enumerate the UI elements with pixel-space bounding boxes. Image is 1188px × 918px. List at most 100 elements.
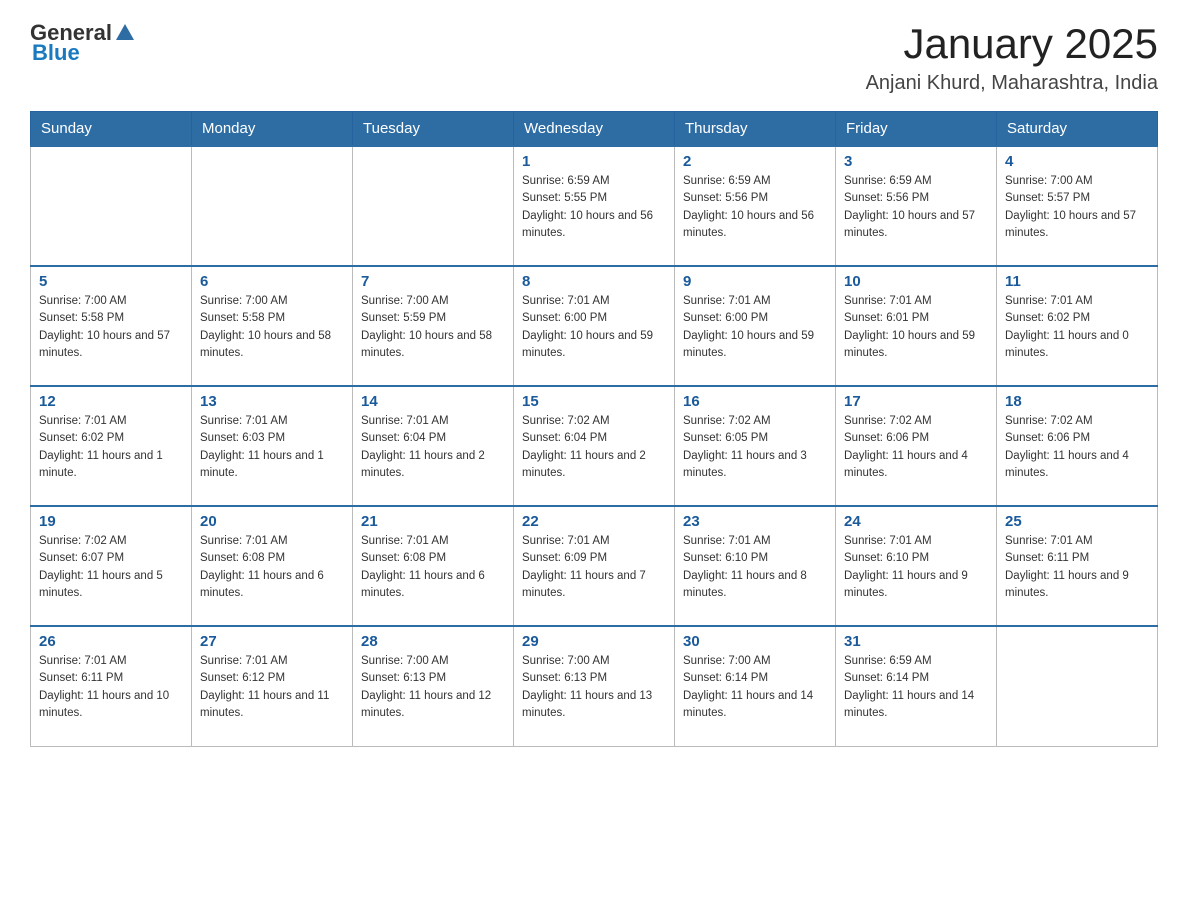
calendar-header-sunday: Sunday — [31, 112, 192, 147]
calendar-cell: 11Sunrise: 7:01 AMSunset: 6:02 PMDayligh… — [997, 266, 1158, 386]
day-info: Sunrise: 7:01 AMSunset: 6:01 PMDaylight:… — [844, 293, 988, 362]
day-info: Sunrise: 7:00 AMSunset: 5:59 PMDaylight:… — [361, 293, 505, 362]
calendar-cell: 5 Sunrise: 7:00 AMSunset: 5:58 PMDaylight… — [31, 266, 192, 386]
calendar-cell: 26 Sunrise: 7:01 AMSunset: 6:11 PMDayligh… — [31, 626, 192, 746]
day-info: Sunrise: 7:02 AMSunset: 6:05 PMDaylight:… — [683, 413, 827, 482]
day-number: 22 — [522, 513, 666, 530]
calendar-header-thursday: Thursday — [675, 112, 836, 147]
calendar-cell: 24Sunrise: 7:01 AMSunset: 6:10 PMDayligh… — [836, 506, 997, 626]
day-number: 7 — [361, 273, 505, 290]
day-number: 15 — [522, 393, 666, 410]
calendar-week-row-2: 5 Sunrise: 7:00 AMSunset: 5:58 PMDaylight… — [31, 266, 1158, 386]
calendar-cell: 7 Sunrise: 7:00 AMSunset: 5:59 PMDaylight… — [353, 266, 514, 386]
day-number: 29 — [522, 633, 666, 650]
day-number: 8 — [522, 273, 666, 290]
calendar-cell: 22 Sunrise: 7:01 AMSunset: 6:09 PMDayligh… — [514, 506, 675, 626]
calendar-cell: 31 Sunrise: 6:59 AMSunset: 6:14 PMDayligh… — [836, 626, 997, 746]
day-number: 30 — [683, 633, 827, 650]
calendar-cell: 17 Sunrise: 7:02 AMSunset: 6:06 PMDayligh… — [836, 386, 997, 506]
calendar-cell: 12 Sunrise: 7:01 AMSunset: 6:02 PMDayligh… — [31, 386, 192, 506]
calendar-title: January 2025 — [866, 20, 1158, 68]
calendar-cell: 27Sunrise: 7:01 AMSunset: 6:12 PMDayligh… — [192, 626, 353, 746]
calendar-cell: 28Sunrise: 7:00 AMSunset: 6:13 PMDayligh… — [353, 626, 514, 746]
day-number: 5 — [39, 273, 183, 290]
calendar-cell: 4Sunrise: 7:00 AMSunset: 5:57 PMDaylight… — [997, 146, 1158, 266]
calendar-cell: 23 Sunrise: 7:01 AMSunset: 6:10 PMDayligh… — [675, 506, 836, 626]
day-info: Sunrise: 7:01 AMSunset: 6:03 PMDaylight:… — [200, 413, 344, 482]
calendar-cell: 14 Sunrise: 7:01 AMSunset: 6:04 PMDayligh… — [353, 386, 514, 506]
day-info: Sunrise: 6:59 AMSunset: 5:56 PMDaylight:… — [844, 173, 988, 242]
day-info: Sunrise: 7:01 AMSunset: 6:12 PMDaylight:… — [200, 653, 344, 722]
day-info: Sunrise: 6:59 AMSunset: 6:14 PMDaylight:… — [844, 653, 988, 722]
day-number: 21 — [361, 513, 505, 530]
day-number: 16 — [683, 393, 827, 410]
day-info: Sunrise: 7:00 AMSunset: 5:58 PMDaylight:… — [39, 293, 183, 362]
calendar-cell: 18 Sunrise: 7:02 AMSunset: 6:06 PMDayligh… — [997, 386, 1158, 506]
calendar-cell: 1 Sunrise: 6:59 AMSunset: 5:55 PMDaylight… — [514, 146, 675, 266]
day-number: 13 — [200, 393, 344, 410]
day-info: Sunrise: 7:01 AMSunset: 6:00 PMDaylight:… — [683, 293, 827, 362]
calendar-week-row-3: 12 Sunrise: 7:01 AMSunset: 6:02 PMDayligh… — [31, 386, 1158, 506]
day-number: 23 — [683, 513, 827, 530]
calendar-cell: 8 Sunrise: 7:01 AMSunset: 6:00 PMDaylight… — [514, 266, 675, 386]
calendar-cell: 15 Sunrise: 7:02 AMSunset: 6:04 PMDayligh… — [514, 386, 675, 506]
day-info: Sunrise: 7:01 AMSunset: 6:10 PMDaylight:… — [844, 533, 988, 602]
day-number: 20 — [200, 513, 344, 530]
page-header: General Blue January 2025 Anjani Khurd, … — [30, 20, 1158, 95]
calendar-header-friday: Friday — [836, 112, 997, 147]
day-number: 2 — [683, 153, 827, 170]
day-number: 26 — [39, 633, 183, 650]
day-number: 3 — [844, 153, 988, 170]
calendar-cell: 19 Sunrise: 7:02 AMSunset: 6:07 PMDayligh… — [31, 506, 192, 626]
day-info: Sunrise: 7:01 AMSunset: 6:00 PMDaylight:… — [522, 293, 666, 362]
calendar-cell: 6 Sunrise: 7:00 AMSunset: 5:58 PMDaylight… — [192, 266, 353, 386]
calendar-cell: 29 Sunrise: 7:00 AMSunset: 6:13 PMDayligh… — [514, 626, 675, 746]
day-number: 9 — [683, 273, 827, 290]
day-info: Sunrise: 7:00 AMSunset: 6:13 PMDaylight:… — [361, 653, 505, 722]
title-section: January 2025 Anjani Khurd, Maharashtra, … — [866, 20, 1158, 95]
day-info: Sunrise: 7:00 AMSunset: 6:13 PMDaylight:… — [522, 653, 666, 722]
calendar-header-wednesday: Wednesday — [514, 112, 675, 147]
logo-text-blue: Blue — [32, 40, 80, 66]
day-info: Sunrise: 7:00 AMSunset: 5:58 PMDaylight:… — [200, 293, 344, 362]
day-info: Sunrise: 7:02 AMSunset: 6:07 PMDaylight:… — [39, 533, 183, 602]
calendar-week-row-4: 19 Sunrise: 7:02 AMSunset: 6:07 PMDayligh… — [31, 506, 1158, 626]
day-number: 12 — [39, 393, 183, 410]
day-info: Sunrise: 7:02 AMSunset: 6:06 PMDaylight:… — [844, 413, 988, 482]
calendar-cell: 25Sunrise: 7:01 AMSunset: 6:11 PMDayligh… — [997, 506, 1158, 626]
day-info: Sunrise: 7:01 AMSunset: 6:08 PMDaylight:… — [200, 533, 344, 602]
day-info: Sunrise: 7:01 AMSunset: 6:02 PMDaylight:… — [39, 413, 183, 482]
calendar-cell: 2 Sunrise: 6:59 AMSunset: 5:56 PMDaylight… — [675, 146, 836, 266]
calendar-cell: 21 Sunrise: 7:01 AMSunset: 6:08 PMDayligh… — [353, 506, 514, 626]
day-number: 14 — [361, 393, 505, 410]
day-number: 17 — [844, 393, 988, 410]
calendar-cell — [353, 146, 514, 266]
calendar-week-row-5: 26 Sunrise: 7:01 AMSunset: 6:11 PMDayligh… — [31, 626, 1158, 746]
calendar-cell: 9 Sunrise: 7:01 AMSunset: 6:00 PMDaylight… — [675, 266, 836, 386]
day-info: Sunrise: 7:01 AMSunset: 6:10 PMDaylight:… — [683, 533, 827, 602]
day-number: 25 — [1005, 513, 1149, 530]
day-number: 1 — [522, 153, 666, 170]
day-info: Sunrise: 7:02 AMSunset: 6:04 PMDaylight:… — [522, 413, 666, 482]
calendar-cell: 20 Sunrise: 7:01 AMSunset: 6:08 PMDayligh… — [192, 506, 353, 626]
day-info: Sunrise: 7:01 AMSunset: 6:08 PMDaylight:… — [361, 533, 505, 602]
day-info: Sunrise: 7:02 AMSunset: 6:06 PMDaylight:… — [1005, 413, 1149, 482]
calendar-header-tuesday: Tuesday — [353, 112, 514, 147]
calendar-cell: 16 Sunrise: 7:02 AMSunset: 6:05 PMDayligh… — [675, 386, 836, 506]
day-info: Sunrise: 6:59 AMSunset: 5:56 PMDaylight:… — [683, 173, 827, 242]
calendar-subtitle: Anjani Khurd, Maharashtra, India — [866, 72, 1158, 95]
day-info: Sunrise: 6:59 AMSunset: 5:55 PMDaylight:… — [522, 173, 666, 242]
day-info: Sunrise: 7:01 AMSunset: 6:04 PMDaylight:… — [361, 413, 505, 482]
day-number: 19 — [39, 513, 183, 530]
day-info: Sunrise: 7:01 AMSunset: 6:09 PMDaylight:… — [522, 533, 666, 602]
day-number: 31 — [844, 633, 988, 650]
calendar-cell: 30Sunrise: 7:00 AMSunset: 6:14 PMDayligh… — [675, 626, 836, 746]
day-number: 6 — [200, 273, 344, 290]
calendar-table: SundayMondayTuesdayWednesdayThursdayFrid… — [30, 111, 1158, 747]
day-number: 18 — [1005, 393, 1149, 410]
day-number: 4 — [1005, 153, 1149, 170]
calendar-header-monday: Monday — [192, 112, 353, 147]
calendar-cell — [192, 146, 353, 266]
logo-triangle-icon — [114, 22, 136, 44]
day-info: Sunrise: 7:01 AMSunset: 6:11 PMDaylight:… — [39, 653, 183, 722]
